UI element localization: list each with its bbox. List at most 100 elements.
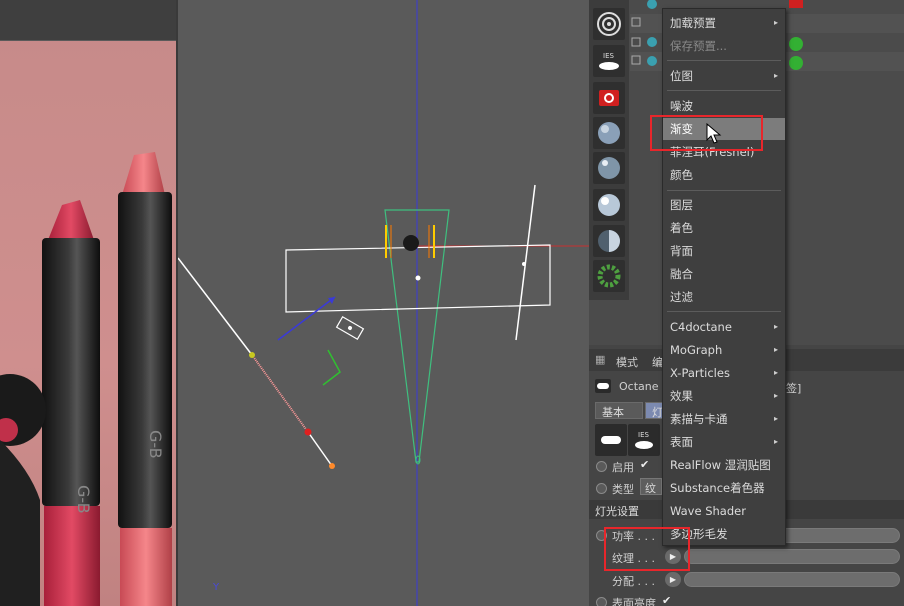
submenu-arrow-icon: ▸ [773,18,778,27]
submenu-arrow-icon: ▸ [773,71,778,80]
svg-text:G-B: G-B [146,430,165,459]
menu-item-label: MoGraph [670,343,723,357]
menu-item-noise[interactable]: 噪波 [663,95,785,117]
submenu-arrow-icon: ▸ [773,345,778,354]
mouse-cursor-icon [706,123,722,144]
menu-item-load-preset[interactable]: 加载预置 ▸ [663,12,785,34]
menu-item-label: 背面 [670,244,693,258]
menu-item-label: X-Particles [670,366,730,380]
menu-separator [667,190,781,191]
submenu-arrow-icon: ▸ [773,391,778,400]
menu-item-bitmap[interactable]: 位图 ▸ [663,65,785,87]
light-preset-icon[interactable] [595,424,627,456]
shader-context-menu: 加载预置 ▸ 保存预置... 位图 ▸ 噪波 渐变 菲涅耳(Fresnel) 颜色 … [662,8,786,546]
grip-icon: ▦ [595,353,606,366]
menu-item-effects[interactable]: 效果 ▸ [663,385,785,407]
menu-item-label: Substance着色器 [670,481,765,495]
camera-line [178,257,253,356]
surface-brightness-checkbox[interactable]: ✔ [662,594,671,606]
object-suffix: 签] [786,382,802,395]
tree-icons [631,0,657,66]
submenu-arrow-icon: ▸ [773,322,778,331]
menu-item-colorizer[interactable]: 着色 [663,217,785,239]
axis-label: Y [212,582,220,593]
menu-item-label: 颜色 [670,168,693,182]
green-arrow [322,349,341,386]
menu-separator [667,90,781,91]
menu-item-label: 表面 [670,435,693,449]
distribution-field[interactable] [684,572,900,587]
menu-item-wave-shader[interactable]: Wave Shader [663,500,785,522]
menu-item-filter[interactable]: 过滤 [663,286,785,308]
menu-item-label: 素描与卡通 [670,412,728,426]
type-label: 类型 [612,483,634,496]
submenu-arrow-icon: ▸ [773,437,778,446]
texture-field[interactable] [684,549,900,564]
menu-item-label: Wave Shader [670,504,746,518]
small-null-object [335,315,365,341]
ies-light-icon[interactable]: IES [593,45,625,77]
visibility-dot[interactable] [789,37,803,51]
menu-item-label: C4doctane [670,320,732,334]
submenu-arrow-icon: ▸ [773,368,778,377]
light-edge-line [515,184,536,341]
type-select[interactable]: 纹 [640,478,662,495]
material-sphere-icon[interactable] [593,117,625,149]
light-object-icon [403,235,419,251]
menu-item-fusion[interactable]: 融合 [663,263,785,285]
enable-checkbox[interactable]: ✔ [640,458,649,471]
surface-brightness-label: 表面亮度 [612,597,656,606]
menu-item-label: 位图 [670,69,693,83]
menu-item-color[interactable]: 颜色 [663,164,785,186]
menu-item-label: 着色 [670,221,693,235]
glossy-sphere-icon[interactable] [593,152,625,184]
surface-brightness-radio[interactable] [596,597,607,606]
target-line [251,354,309,433]
menu-mode[interactable]: 模式 [616,354,638,370]
menu-item-mograph[interactable]: MoGraph ▸ [663,339,785,361]
app-root: G-B G-B Y IES ▦ 模式 编 Octane 签] 基本 灯 IES … [0,0,904,606]
target-light-icon[interactable] [593,8,625,40]
menu-item-label: RealFlow 湿润贴图 [670,458,771,472]
svg-text:IES: IES [603,52,614,60]
type-radio[interactable] [596,483,607,494]
menu-item-backface[interactable]: 背面 [663,240,785,262]
menu-item-label: 融合 [670,267,693,281]
enable-radio[interactable] [596,461,607,472]
gear-icon[interactable] [593,260,625,292]
distribution-menu-button[interactable]: ▶ [665,572,681,587]
highlight-box-texture [604,527,690,571]
menu-item-sketch-toon[interactable]: 素描与卡通 ▸ [663,408,785,430]
lipstick-render-image: G-B G-B [0,152,172,606]
viewport-scene[interactable]: Y [178,0,589,606]
submenu-arrow-icon: ▸ [773,414,778,423]
mix-sphere-icon[interactable] [593,225,625,257]
menu-item-c4doctane[interactable]: C4doctane ▸ [663,316,785,338]
menu-item-surfaces[interactable]: 表面 ▸ [663,431,785,453]
visibility-dot[interactable] [789,56,803,70]
enable-label: 启用 [612,461,634,474]
section-title: 灯光设置 [595,505,639,518]
object-name: Octane [619,380,659,393]
render-tag-icon [789,0,803,8]
type-value: 纹 [645,482,656,495]
menu-item-realflow[interactable]: RealFlow 湿润贴图 [663,454,785,476]
menu-item-x-particles[interactable]: X-Particles ▸ [663,362,785,384]
menu-item-label: 加载预置 [670,16,716,30]
tab-light[interactable]: 灯 [645,402,663,419]
menu-item-label: 效果 [670,389,693,403]
target-handle [249,352,255,358]
menu-item-substance[interactable]: Substance着色器 [663,477,785,499]
menu-item-label: 保存预置... [670,39,727,53]
tab-basic[interactable]: 基本 [595,402,643,419]
menu-item-layer[interactable]: 图层 [663,194,785,216]
specular-sphere-icon[interactable] [593,189,625,221]
ies-preset-icon[interactable]: IES [628,424,660,456]
light-tag-icon [595,379,611,393]
menu-item-save-preset: 保存预置... [663,35,785,57]
3d-viewport[interactable]: Y [176,0,589,606]
distribution-label: 分配 . . . [612,575,655,588]
camera-icon[interactable] [593,82,625,114]
menu-item-label: 图层 [670,198,693,212]
render-preview: G-B G-B [0,0,176,606]
